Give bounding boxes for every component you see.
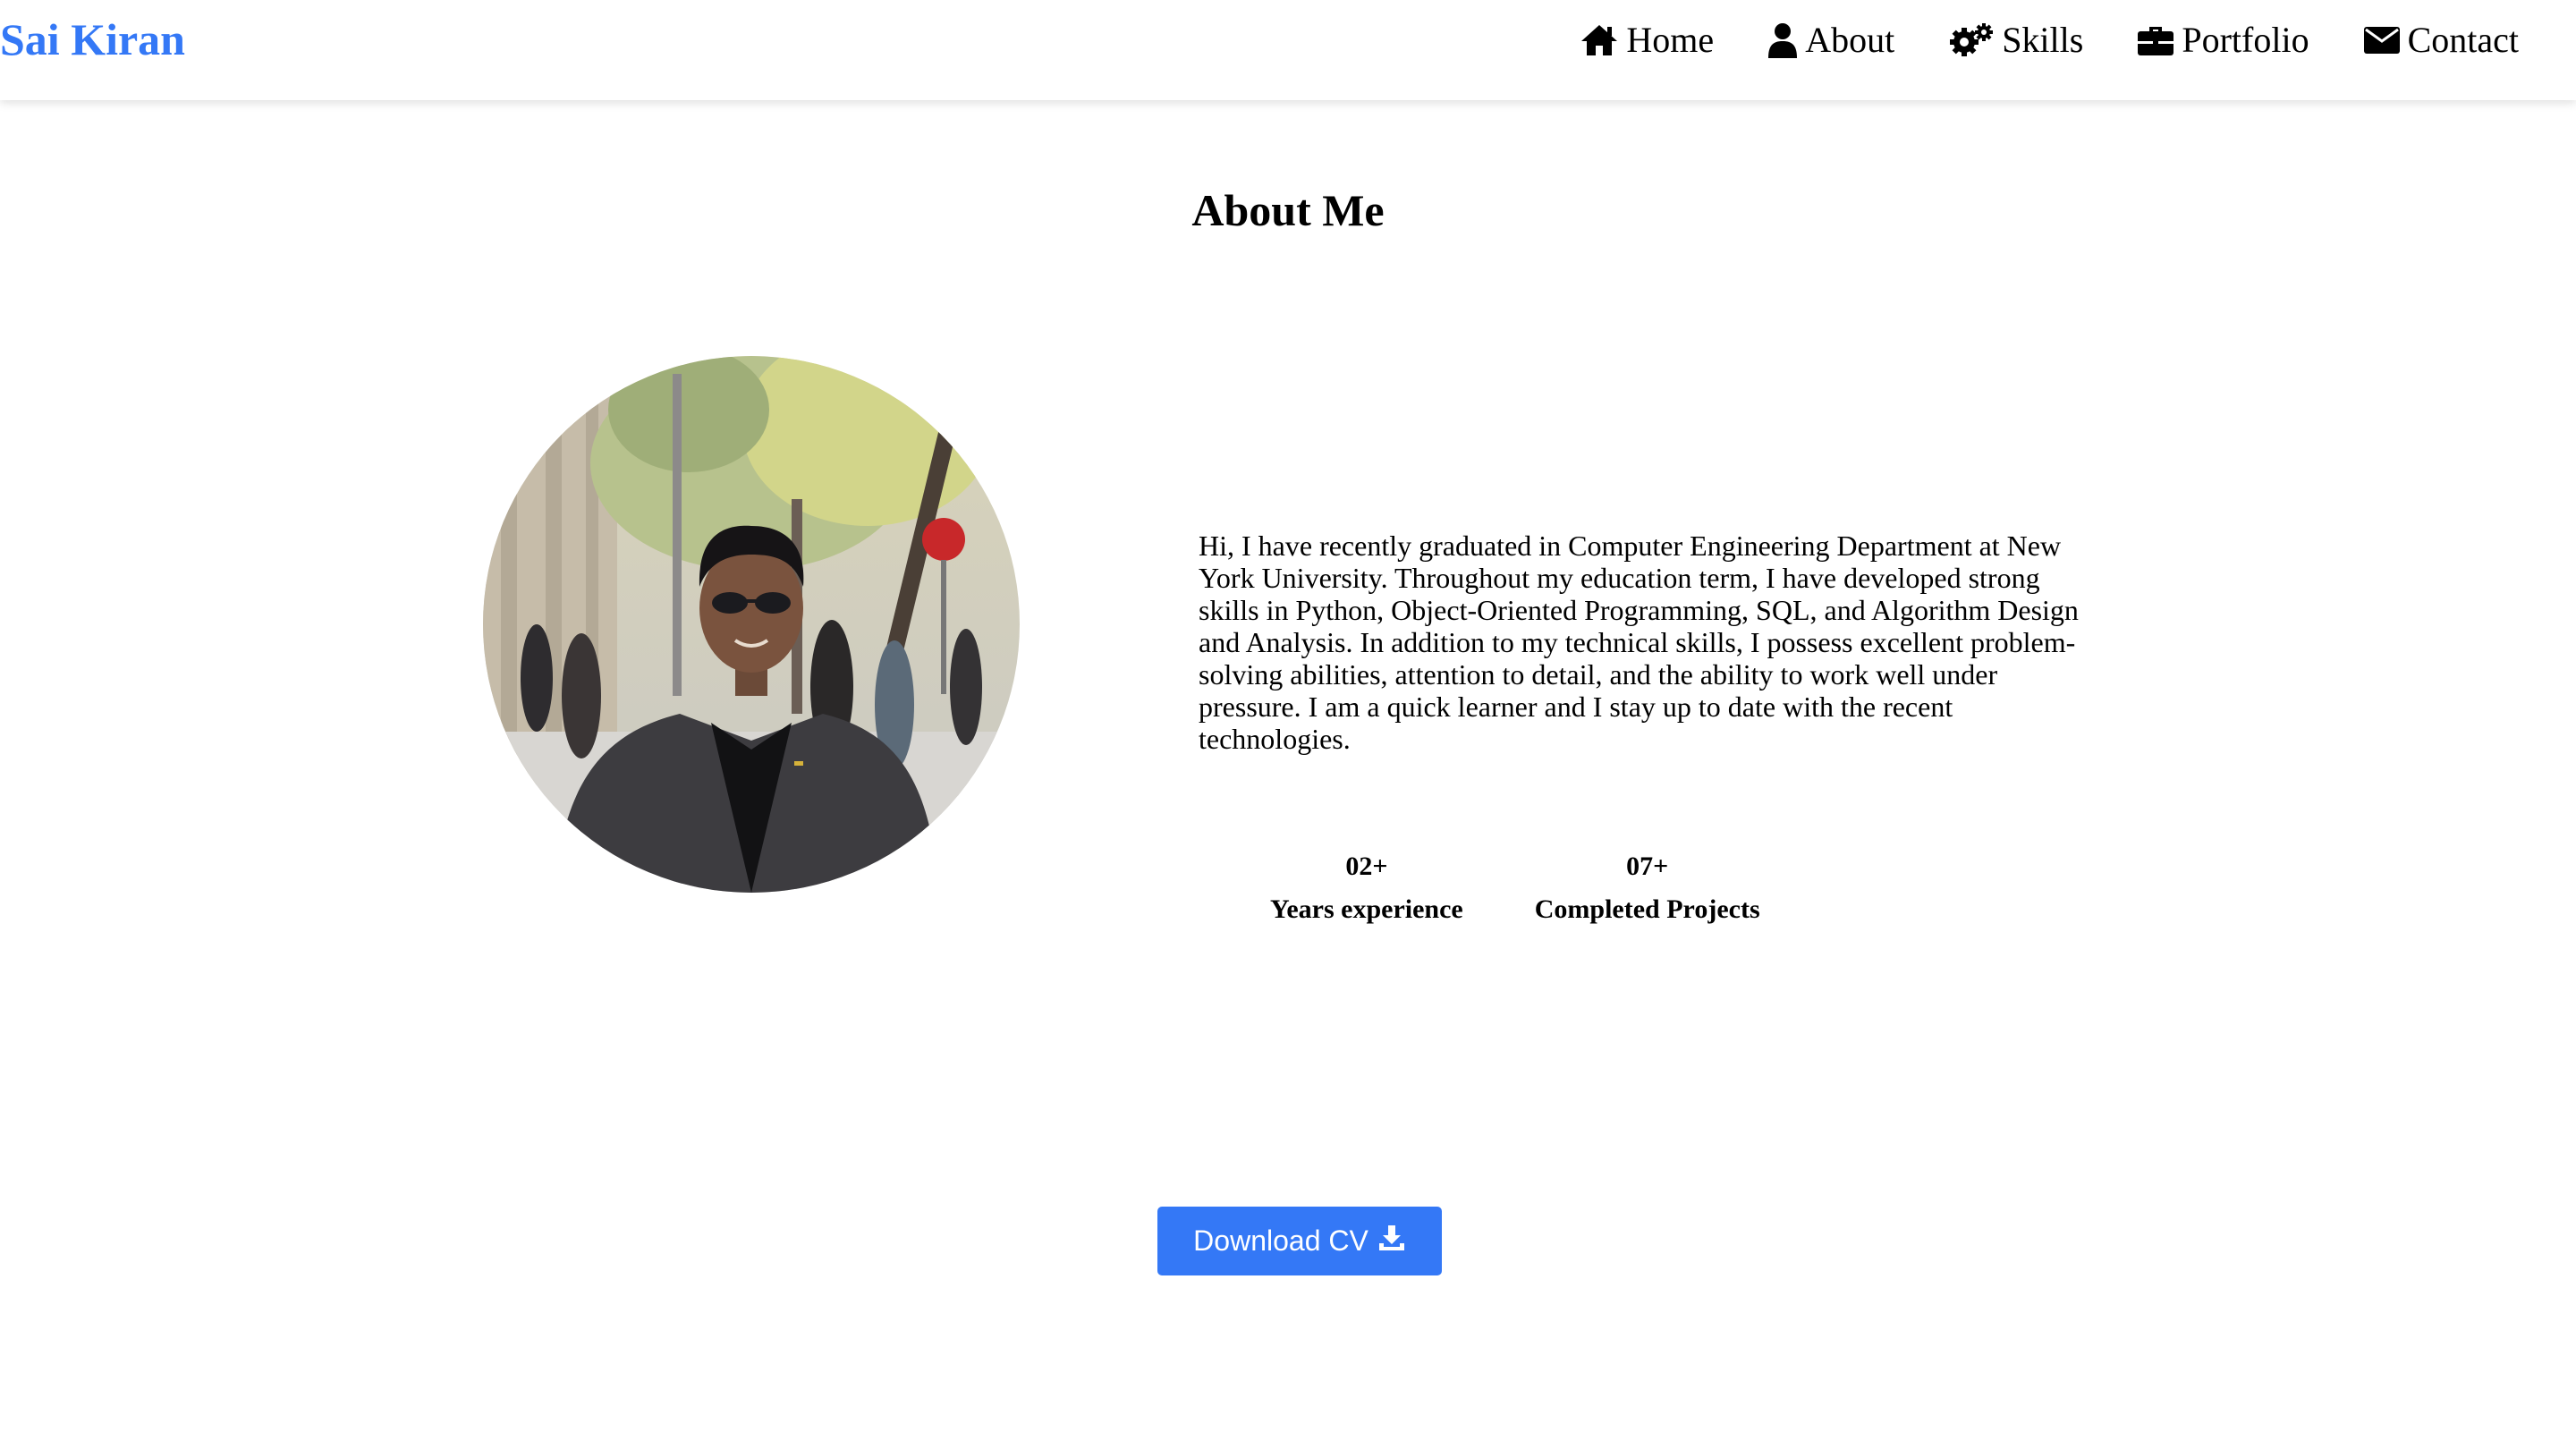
nav-home[interactable]: Home xyxy=(1580,16,1714,64)
nav-about[interactable]: About xyxy=(1767,16,1894,64)
nav-home-label: Home xyxy=(1626,20,1715,60)
about-bio: Hi, I have recently graduated in Compute… xyxy=(1199,530,2079,755)
stat-projects-value: 07+ xyxy=(1626,852,1669,881)
stat-projects-label: Completed Projects xyxy=(1534,894,1760,924)
nav-contact-label: Contact xyxy=(2407,20,2519,60)
stat-experience-label: Years experience xyxy=(1270,894,1463,924)
main-nav: Home About Skills Portfolio Contact xyxy=(1580,16,2519,64)
envelope-icon xyxy=(2363,26,2401,55)
section-title: About Me xyxy=(1191,185,1385,235)
nav-skills-label: Skills xyxy=(2002,20,2084,60)
download-cv-button[interactable]: Download CV xyxy=(1157,1207,1442,1275)
stats-row: 02+ Years experience 07+ Completed Proje… xyxy=(1270,845,1760,931)
site-logo[interactable]: Sai Kiran xyxy=(0,13,185,66)
nav-contact[interactable]: Contact xyxy=(2363,16,2519,64)
download-icon xyxy=(1377,1224,1406,1259)
gears-icon xyxy=(1948,22,1995,58)
nav-skills[interactable]: Skills xyxy=(1948,16,2083,64)
home-icon xyxy=(1580,23,1619,57)
stat-experience-value: 02+ xyxy=(1345,852,1388,881)
site-header: Sai Kiran Home About Skills Portfolio Co… xyxy=(0,0,2576,100)
download-cv-label: Download CV xyxy=(1193,1224,1368,1257)
nav-portfolio[interactable]: Portfolio xyxy=(2137,16,2309,64)
briefcase-icon xyxy=(2137,24,2174,56)
stat-experience: 02+ Years experience xyxy=(1270,845,1463,931)
profile-photo xyxy=(483,356,1020,893)
stat-projects: 07+ Completed Projects xyxy=(1535,845,1760,931)
nav-about-label: About xyxy=(1805,20,1895,60)
user-icon xyxy=(1767,22,1798,58)
nav-portfolio-label: Portfolio xyxy=(2182,20,2309,60)
